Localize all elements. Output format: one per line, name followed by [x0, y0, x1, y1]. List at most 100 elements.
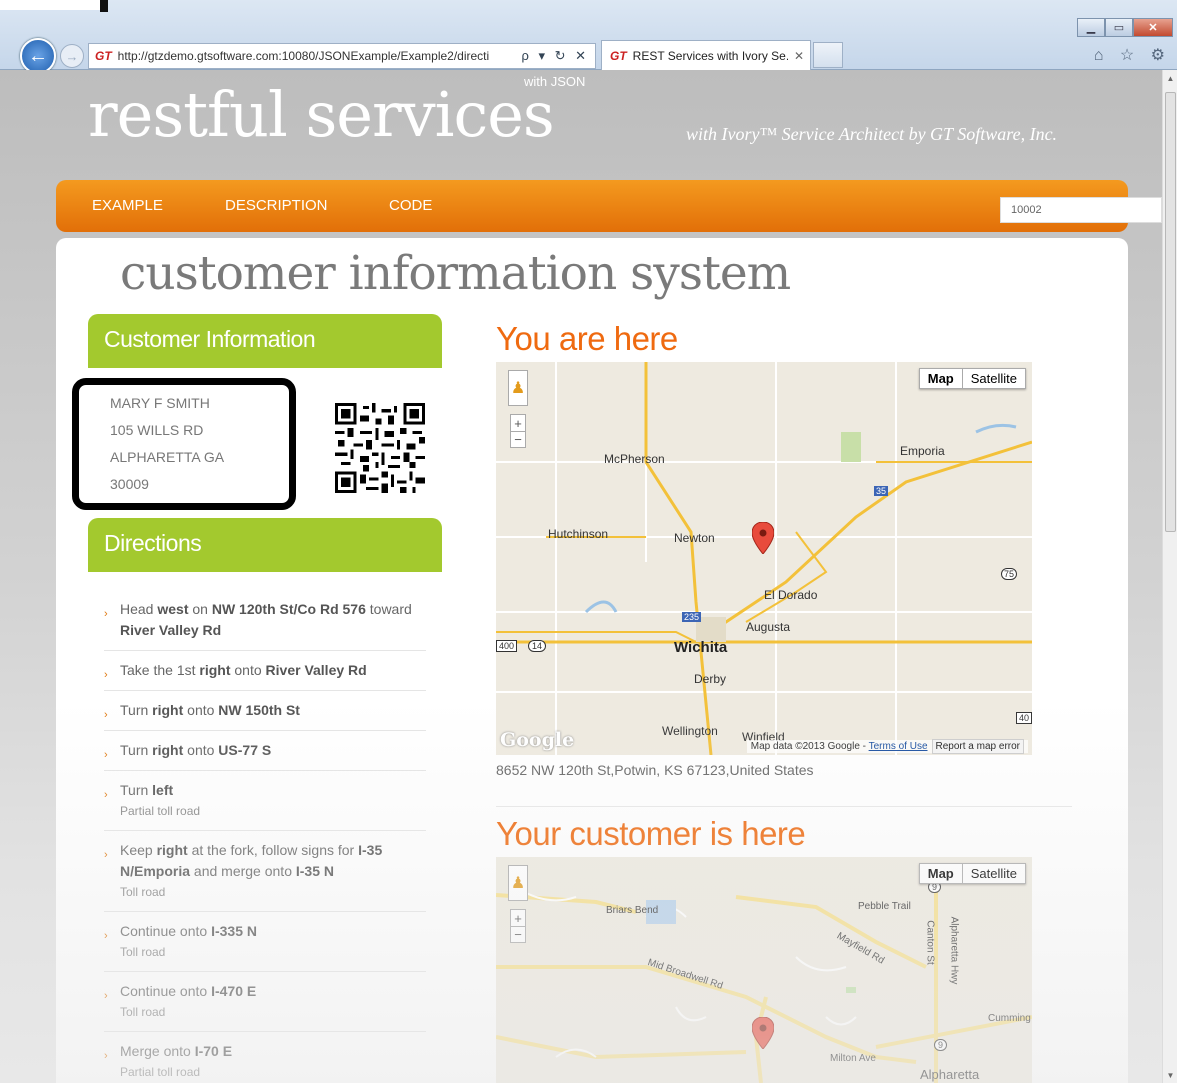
terms-of-use-link[interactable]: Terms of Use: [869, 741, 928, 752]
zoom-control: + −: [510, 414, 526, 448]
direction-fragment: Keep: [120, 842, 157, 858]
direction-emphasis: I-35 N: [295, 863, 334, 879]
street-view-pegman-icon[interactable]: ♟: [508, 865, 528, 901]
map-shield-9-south: 9: [934, 1039, 948, 1051]
direction-fragment: and merge onto: [190, 863, 296, 879]
chevron-right-icon: ›: [104, 608, 108, 620]
qr-code: [335, 403, 425, 493]
direction-step: › Merge onto I-70 E Partial toll road: [104, 1032, 426, 1083]
title-bar: ▁ ▭ ✕: [0, 0, 1177, 38]
map-type-satellite-button[interactable]: Satellite: [963, 369, 1025, 388]
nav-description[interactable]: DESCRIPTION: [225, 197, 328, 214]
back-button[interactable]: ←: [20, 38, 56, 74]
map-type-map-button[interactable]: Map: [920, 369, 963, 388]
google-logo[interactable]: Google: [500, 729, 574, 751]
forward-button[interactable]: →: [60, 44, 84, 68]
close-window-icon[interactable]: ✕: [1133, 18, 1173, 37]
home-favorites-tools-icon[interactable]: ⌂ ☆ ⚙: [1094, 45, 1171, 65]
zoom-out-button[interactable]: −: [511, 926, 525, 942]
zip-search-input[interactable]: [1000, 197, 1162, 223]
location-marker-icon[interactable]: [752, 522, 774, 554]
direction-emphasis: right: [152, 702, 184, 718]
direction-text: Turn right onto NW 150th St: [120, 702, 300, 718]
browser-tab[interactable]: GT REST Services with Ivory Se... ✕: [601, 40, 811, 70]
zoom-control: + −: [510, 909, 526, 943]
direction-emphasis: right: [199, 662, 231, 678]
direction-emphasis: NW 150th St: [218, 702, 300, 718]
map-type-control: Map Satellite: [918, 863, 1026, 884]
address-tools[interactable]: ρ ▾ ↻ ✕: [521, 48, 595, 64]
direction-fragment: at the fork, follow signs for: [187, 842, 359, 858]
direction-text: Turn left: [120, 782, 173, 798]
direction-step: › Head west on NW 120th St/Co Rd 576 towa…: [104, 590, 426, 651]
direction-text: Merge onto I-70 E: [120, 1043, 232, 1059]
map-type-map-button[interactable]: Map: [920, 864, 963, 883]
direction-fragment: Turn: [120, 702, 153, 718]
scroll-thumb[interactable]: [1165, 92, 1176, 532]
map-data-credit: Map data ©2013 Google -: [750, 741, 869, 752]
map-shield-75: 75: [1001, 568, 1018, 580]
site-favicon-icon: GT: [95, 49, 112, 63]
customer-marker-icon[interactable]: [752, 1017, 774, 1049]
map-label-briars-bend: Briars Bend: [606, 905, 659, 916]
direction-text: Head west on NW 120th St/Co Rd 576 towar…: [120, 601, 412, 638]
map-type-satellite-button[interactable]: Satellite: [963, 864, 1025, 883]
direction-fragment: on: [188, 601, 212, 617]
direction-fragment: toward: [365, 601, 412, 617]
zoom-in-button[interactable]: +: [511, 910, 525, 926]
tab-close-icon[interactable]: ✕: [788, 49, 810, 63]
direction-emphasis: right: [156, 842, 188, 858]
map-label-alpharetta-hwy: Alpharetta Hwy: [948, 916, 960, 985]
direction-fragment: Turn: [120, 782, 153, 798]
nav-example[interactable]: EXAMPLE: [92, 197, 163, 214]
report-map-error-link[interactable]: Report a map error: [931, 739, 1024, 754]
map-shield-400: 400: [496, 640, 518, 652]
nav-code[interactable]: CODE: [389, 197, 432, 214]
street-view-pegman-icon[interactable]: ♟: [508, 370, 528, 406]
direction-emphasis: River Valley Rd: [120, 622, 222, 638]
chevron-right-icon: ›: [104, 709, 108, 721]
direction-fragment: Head: [120, 601, 158, 617]
new-tab-button[interactable]: [813, 42, 843, 68]
title-bar-white-area: [0, 0, 100, 10]
direction-note: Toll road: [120, 945, 166, 959]
direction-fragment: Continue onto: [120, 983, 212, 999]
maximize-icon[interactable]: ▭: [1105, 18, 1133, 37]
direction-step: › Continue onto I-470 E Toll road: [104, 972, 426, 1032]
map-shield-40: 40: [1016, 712, 1032, 724]
minimize-icon[interactable]: ▁: [1077, 18, 1105, 37]
direction-emphasis: I-70 E: [194, 1043, 233, 1059]
address-bar[interactable]: GT http://gtzdemo.gtsoftware.com:10080/J…: [88, 43, 596, 69]
map-label-alpharetta: Alpharetta: [920, 1067, 980, 1082]
direction-text: Continue onto I-470 E: [120, 983, 256, 999]
window-buttons: ▁ ▭ ✕: [1077, 18, 1173, 37]
zoom-out-button[interactable]: −: [511, 431, 525, 447]
direction-fragment: onto: [183, 742, 219, 758]
direction-step: › Turn right onto NW 150th St: [104, 691, 426, 731]
customer-here-heading: Your customer is here: [496, 815, 806, 852]
map-type-control: Map Satellite: [918, 368, 1026, 389]
scroll-down-icon[interactable]: ▼: [1163, 1067, 1177, 1083]
you-are-here-map[interactable]: McPherson Emporia Hutchinson Newton El D…: [496, 362, 1032, 755]
section-divider: [496, 806, 1072, 807]
directions-list: › Head west on NW 120th St/Co Rd 576 towa…: [104, 590, 426, 1083]
direction-emphasis: US-77 S: [218, 742, 272, 758]
map-label-derby: Derby: [694, 672, 727, 686]
customer-map[interactable]: Briars Bend Pebble Trail Mayfield Rd Can…: [496, 857, 1032, 1083]
scroll-up-icon[interactable]: ▲: [1163, 70, 1177, 86]
direction-fragment: onto: [183, 702, 219, 718]
tab-title: REST Services with Ivory Se...: [632, 48, 788, 63]
customer-name: MARY F SMITH: [110, 395, 210, 411]
vertical-scrollbar[interactable]: ▲ ▼: [1162, 70, 1177, 1083]
address-url[interactable]: http://gtzdemo.gtsoftware.com:10080/JSON…: [118, 49, 522, 63]
page-title: customer information system: [120, 246, 791, 301]
map-label-canton-st: Canton St: [924, 920, 936, 965]
direction-note: Partial toll road: [120, 804, 201, 818]
direction-emphasis: west: [157, 601, 189, 617]
map-label-wichita: Wichita: [674, 639, 728, 656]
zoom-in-button[interactable]: +: [511, 415, 525, 431]
map-label-wellington: Wellington: [662, 724, 718, 738]
direction-text: Keep right at the fork, follow signs for…: [120, 842, 382, 879]
you-are-here-heading: You are here: [496, 320, 678, 357]
direction-step: › Turn left Partial toll road: [104, 771, 426, 831]
